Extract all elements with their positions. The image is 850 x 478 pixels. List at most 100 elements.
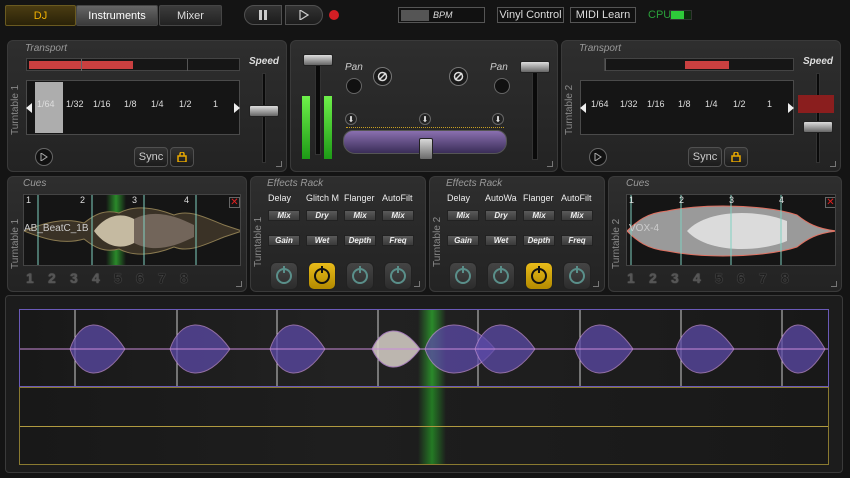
cue-marker-label[interactable]: 3 <box>729 195 734 205</box>
cue-slot-number[interactable]: 8 <box>781 270 789 286</box>
midi-learn-button[interactable]: MIDI Learn <box>570 7 636 23</box>
lock-button[interactable] <box>724 147 748 167</box>
effect-param-button[interactable]: Mix <box>268 210 300 221</box>
effect-param-button[interactable]: Mix <box>344 210 376 221</box>
loop-length-option[interactable]: 1/32 <box>66 99 84 109</box>
cue-slot-number[interactable]: 6 <box>136 270 144 286</box>
loop-length-option[interactable]: 1/16 <box>93 99 111 109</box>
effect-name[interactable]: AutoFilt <box>382 193 413 203</box>
effect-param-button[interactable]: Depth <box>344 235 376 246</box>
effect-param-button[interactable]: Dry <box>306 210 338 221</box>
cue-slot-number[interactable]: 3 <box>671 270 679 286</box>
loop-next-arrow-icon[interactable] <box>788 103 794 113</box>
cue-slot-number[interactable]: 7 <box>158 270 166 286</box>
effect-name[interactable]: Delay <box>268 193 291 203</box>
sync-button[interactable]: Sync <box>134 147 168 167</box>
close-cue-button[interactable]: ✕ <box>825 197 835 208</box>
cue-waveform[interactable]: 1 2 3 4 VOX-4 ✕ <box>626 194 836 266</box>
loop-length-option[interactable]: 1/4 <box>151 99 164 109</box>
cue-slot-number[interactable]: 4 <box>693 270 701 286</box>
effect-param-button[interactable]: Gain <box>268 235 300 246</box>
play-cue-button[interactable] <box>589 148 607 166</box>
pause-button[interactable] <box>244 5 282 25</box>
loop-prev-arrow-icon[interactable] <box>26 103 32 113</box>
loop-prev-arrow-icon[interactable] <box>580 103 586 113</box>
effect-power-button[interactable] <box>525 262 553 290</box>
pan-knob-left[interactable] <box>346 78 362 94</box>
effect-param-button[interactable]: Mix <box>447 210 479 221</box>
speed-slider-handle[interactable] <box>249 105 279 117</box>
channel-fader-track-left[interactable] <box>315 61 321 155</box>
loop-length-option[interactable]: 1/4 <box>705 99 718 109</box>
lock-button[interactable] <box>170 147 194 167</box>
effect-param-button[interactable]: Wet <box>306 235 338 246</box>
cue-marker-label[interactable]: 4 <box>779 195 784 205</box>
cue-marker-label[interactable]: 2 <box>80 195 85 205</box>
cue-slot-number[interactable]: 3 <box>70 270 78 286</box>
bpm-display[interactable]: BPM <box>398 7 485 23</box>
loop-length-option[interactable]: 1 <box>213 99 218 109</box>
eq-cut-button-center[interactable]: ⬇ <box>419 113 431 125</box>
effect-param-button[interactable]: Gain <box>447 235 479 246</box>
effect-power-button[interactable] <box>384 262 412 290</box>
loop-length-option[interactable]: 1/8 <box>678 99 691 109</box>
tab-dj[interactable]: DJ <box>5 5 76 26</box>
effect-param-button[interactable]: Wet <box>485 235 517 246</box>
cue-slot-number[interactable]: 6 <box>737 270 745 286</box>
effect-power-button[interactable] <box>563 262 591 290</box>
channel-fader-handle-right[interactable] <box>520 61 550 73</box>
sync-button[interactable]: Sync <box>688 147 722 167</box>
effect-param-button[interactable]: Dry <box>485 210 517 221</box>
cue-slot-number[interactable]: 4 <box>92 270 100 286</box>
cue-slot-number[interactable]: 1 <box>627 270 635 286</box>
cue-slot-number[interactable]: 2 <box>48 270 56 286</box>
loop-length-option[interactable]: 1/64 <box>591 99 609 109</box>
effect-power-button[interactable] <box>449 262 477 290</box>
effect-name[interactable]: Flanger <box>344 193 375 203</box>
close-cue-button[interactable]: ✕ <box>229 197 240 208</box>
position-bar[interactable] <box>604 58 794 71</box>
cue-waveform[interactable]: 1 2 3 4 AB_BeatC_1B ✕ <box>23 194 241 266</box>
speed-slider-handle[interactable] <box>803 121 833 133</box>
loop-length-option[interactable]: 1/2 <box>179 99 192 109</box>
vinyl-control-button[interactable]: Vinyl Control <box>497 7 564 23</box>
kill-button-right[interactable] <box>449 67 468 86</box>
loop-length-option[interactable]: 1/16 <box>647 99 665 109</box>
channel-fader-handle-left[interactable] <box>303 54 333 66</box>
cue-marker-label[interactable]: 1 <box>629 195 634 205</box>
cue-marker-label[interactable]: 1 <box>26 195 31 205</box>
record-button[interactable] <box>329 10 339 20</box>
cue-slot-number[interactable]: 5 <box>114 270 122 286</box>
play-cue-button[interactable] <box>35 148 53 166</box>
channel-fader-track-right[interactable] <box>532 66 538 160</box>
cue-slot-number[interactable]: 1 <box>26 270 34 286</box>
effect-name[interactable]: Delay <box>447 193 470 203</box>
cue-marker-label[interactable]: 3 <box>132 195 137 205</box>
effect-param-button[interactable]: Mix <box>523 210 555 221</box>
effect-param-button[interactable]: Mix <box>561 210 593 221</box>
loop-length-option[interactable]: 1/8 <box>124 99 137 109</box>
tab-mixer[interactable]: Mixer <box>159 5 222 26</box>
cue-slot-number[interactable]: 7 <box>759 270 767 286</box>
cue-slot-number[interactable]: 8 <box>180 270 188 286</box>
eq-cut-button-left[interactable]: ⬇ <box>345 113 357 125</box>
cue-slot-number[interactable]: 5 <box>715 270 723 286</box>
loop-length-option[interactable]: 1/32 <box>620 99 638 109</box>
effect-param-button[interactable]: Mix <box>382 210 414 221</box>
loop-length-selector[interactable]: 1/64 1/32 1/16 1/8 1/4 1/2 1 <box>580 80 794 135</box>
effect-param-button[interactable]: Freq <box>382 235 414 246</box>
speed-slider-track[interactable] <box>262 73 266 163</box>
pan-knob-right[interactable] <box>494 78 510 94</box>
cue-marker-label[interactable]: 2 <box>679 195 684 205</box>
loop-length-option[interactable]: 1/2 <box>733 99 746 109</box>
crossfader-handle[interactable] <box>419 138 433 160</box>
waveform-deck-2[interactable] <box>19 387 829 465</box>
play-button[interactable] <box>285 5 323 25</box>
effect-power-button[interactable] <box>346 262 374 290</box>
kill-button-left[interactable] <box>373 67 392 86</box>
loop-length-selector[interactable]: 1/64 1/32 1/16 1/8 1/4 1/2 1 <box>26 80 240 135</box>
effect-name[interactable]: AutoWa <box>485 193 517 203</box>
effect-param-button[interactable]: Depth <box>523 235 555 246</box>
cue-marker-label[interactable]: 4 <box>184 195 189 205</box>
effect-power-button[interactable] <box>487 262 515 290</box>
